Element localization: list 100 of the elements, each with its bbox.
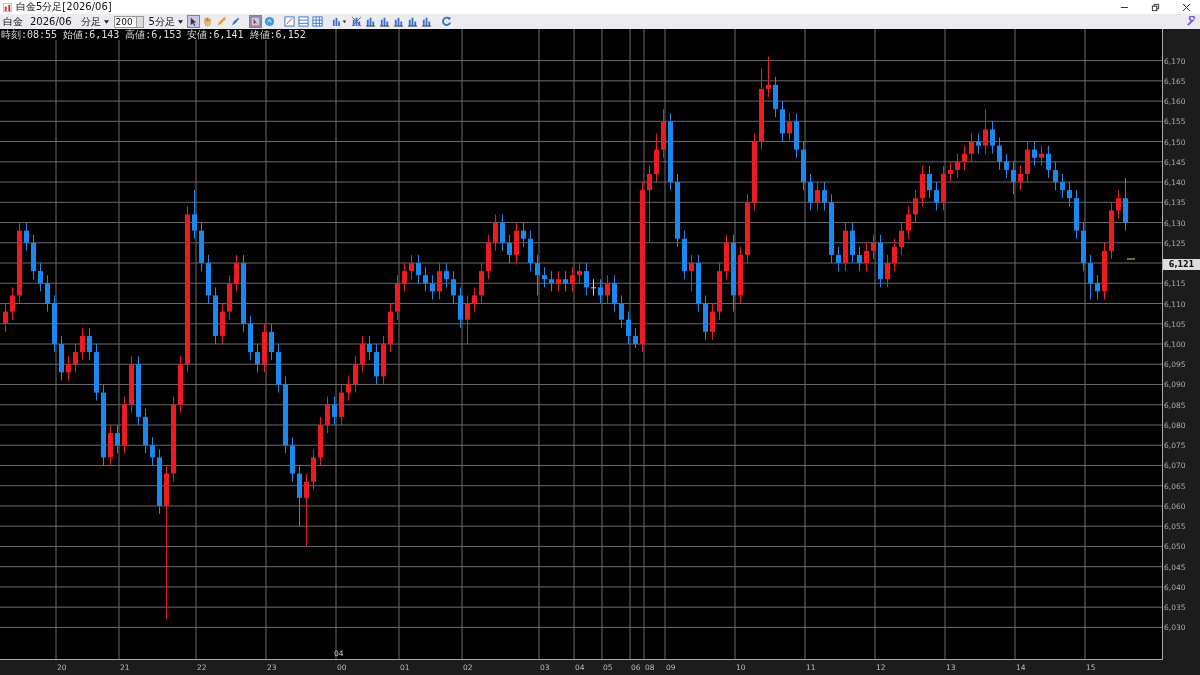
restore-icon[interactable] <box>1151 2 1160 12</box>
candle <box>878 234 883 288</box>
candle <box>780 100 785 143</box>
candle <box>94 343 99 402</box>
wrench-icon[interactable] <box>1186 16 1197 27</box>
candle <box>227 274 232 321</box>
candle <box>1004 153 1009 179</box>
candle <box>857 246 862 272</box>
bar-chart-icon[interactable] <box>378 16 390 27</box>
candle <box>528 230 533 272</box>
grid-icon[interactable] <box>311 16 323 27</box>
candle <box>556 270 561 292</box>
candle <box>360 335 365 373</box>
cursor-icon[interactable] <box>249 16 261 27</box>
candle <box>73 343 78 373</box>
bar-chart-icon[interactable] <box>350 16 362 27</box>
candle <box>507 234 512 264</box>
candle <box>486 234 491 280</box>
candle <box>801 141 806 191</box>
bar-chart-icon[interactable] <box>364 16 376 27</box>
ohlc-info: 時刻:08:55 始値:6,143 高値:6,153 安値:6,141 終値:6,152 <box>1 29 306 40</box>
candle <box>416 254 421 284</box>
candle <box>906 205 911 240</box>
candle <box>479 262 484 304</box>
candle <box>423 266 428 292</box>
candle <box>612 274 617 313</box>
candle <box>332 396 337 426</box>
candle <box>864 242 869 272</box>
pen-icon[interactable] <box>229 16 241 27</box>
candle <box>535 254 540 296</box>
bar-chart-icon[interactable] <box>392 16 404 27</box>
candle <box>1060 173 1065 199</box>
candle <box>983 108 988 155</box>
candle <box>969 132 974 163</box>
candle <box>661 108 666 159</box>
candle <box>794 112 799 159</box>
candle <box>1074 189 1079 240</box>
caret-icon[interactable] <box>177 19 183 24</box>
candle <box>745 193 750 264</box>
candle <box>738 246 743 304</box>
candle <box>542 266 547 288</box>
candle <box>787 112 792 143</box>
candle <box>178 355 183 414</box>
candle <box>584 262 589 296</box>
candle <box>598 278 603 304</box>
candle <box>493 213 498 252</box>
candle <box>948 161 953 183</box>
caret-icon[interactable] <box>103 19 109 24</box>
candle <box>514 222 519 264</box>
price-marker-line <box>1126 258 1136 260</box>
candle <box>920 165 925 207</box>
cursor-icon[interactable] <box>187 16 199 27</box>
candle <box>206 254 211 304</box>
candle <box>353 355 358 394</box>
candle <box>108 424 113 466</box>
window-title: 白金5分足[2026/06] <box>16 1 112 13</box>
candle <box>885 254 890 288</box>
bar-chart-icon[interactable] <box>420 16 432 27</box>
refresh-icon[interactable] <box>440 16 452 27</box>
candle <box>157 448 162 515</box>
candle <box>409 254 414 280</box>
candle <box>689 254 694 292</box>
candle <box>1123 177 1128 232</box>
candle <box>45 274 50 313</box>
candle <box>451 270 456 304</box>
close-icon[interactable] <box>1182 2 1191 12</box>
candle <box>815 181 820 211</box>
candle <box>346 375 351 402</box>
candle <box>1095 274 1100 300</box>
chart-window-icon[interactable] <box>283 16 295 27</box>
candle <box>703 294 708 341</box>
candle <box>122 396 127 454</box>
candle <box>633 327 638 349</box>
bar-chart-icon[interactable] <box>406 16 418 27</box>
candle <box>367 335 372 361</box>
bar-chart-icon[interactable] <box>331 16 348 27</box>
candle <box>549 270 554 292</box>
bar-count-spinner[interactable]: 200 <box>113 15 144 28</box>
candle <box>59 335 64 381</box>
circle-icon[interactable] <box>263 16 275 27</box>
candle <box>563 270 568 292</box>
candle <box>395 274 400 321</box>
candle <box>1109 201 1114 260</box>
candle <box>976 132 981 155</box>
candle <box>941 165 946 211</box>
candle <box>31 234 36 280</box>
candle <box>3 303 8 333</box>
candle <box>444 262 449 288</box>
candle <box>143 408 148 454</box>
candle <box>465 294 470 345</box>
grid-icon[interactable] <box>297 16 309 27</box>
candle <box>962 145 967 171</box>
period-dropdown[interactable]: 5分足 <box>146 15 175 28</box>
candle <box>220 303 225 345</box>
candle <box>1032 141 1037 167</box>
period-unit-dropdown[interactable]: 分足 <box>78 15 101 28</box>
candle <box>717 262 722 321</box>
candle <box>10 286 15 321</box>
candle <box>129 355 134 414</box>
candle <box>913 189 918 224</box>
